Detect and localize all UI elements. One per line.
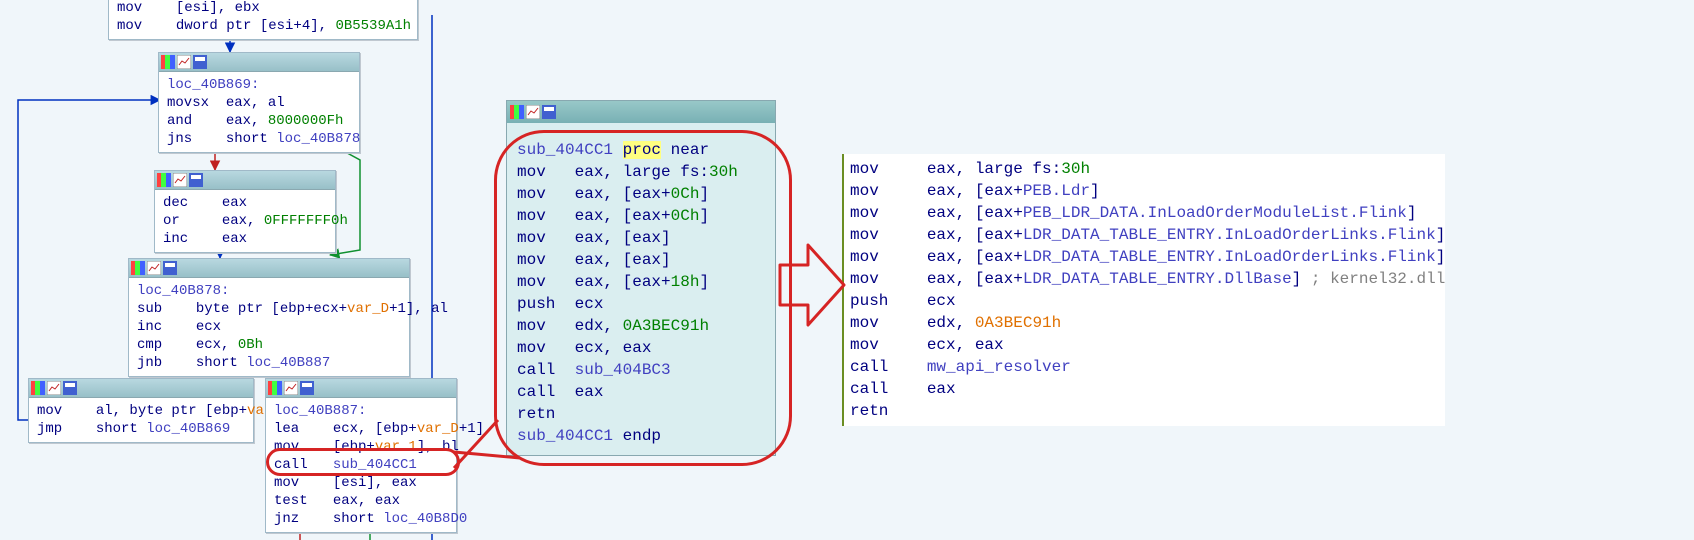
chart-icon <box>147 261 161 275</box>
chart-icon <box>47 381 61 395</box>
node-titlebar <box>159 53 359 72</box>
hex-icon <box>163 261 177 275</box>
hex-icon <box>542 105 556 119</box>
node-titlebar <box>29 379 253 398</box>
color-icon <box>157 173 171 187</box>
node-titlebar <box>266 379 456 398</box>
chart-icon <box>173 173 187 187</box>
chart-icon <box>284 381 298 395</box>
chart-icon <box>177 55 191 69</box>
hex-icon <box>63 381 77 395</box>
disasm-body: dec eax or eax, 0FFFFFFF0h inc eax <box>155 190 335 252</box>
graph-node-sub-404CC1[interactable]: sub_404CC1 proc near mov eax, large fs:3… <box>506 100 776 456</box>
color-icon <box>31 381 45 395</box>
graph-node-40B869[interactable]: loc_40B869: movsx eax, al and eax, 80000… <box>158 52 360 153</box>
decoded-disassembly-panel[interactable]: mov eax, large fs:30h mov eax, [eax+PEB.… <box>842 154 1445 426</box>
hex-icon <box>300 381 314 395</box>
graph-node-40B878[interactable]: loc_40B878: sub byte ptr [ebp+ecx+var_D+… <box>128 258 410 377</box>
graph-node-40B887[interactable]: loc_40B887: lea ecx, [ebp+var_D+1] mov [… <box>265 378 457 533</box>
color-icon <box>161 55 175 69</box>
node-titlebar <box>155 171 335 190</box>
arrow-icon <box>778 240 848 330</box>
hex-icon <box>189 173 203 187</box>
graph-node-top[interactable]: mov [esi], ebx mov dword ptr [esi+4], 0B… <box>108 0 418 40</box>
color-icon <box>131 261 145 275</box>
disasm-body: mov al, byte ptr [ebp+var_D] jmp short l… <box>29 398 253 442</box>
disasm-body: loc_40B878: sub byte ptr [ebp+ecx+var_D+… <box>129 278 409 376</box>
color-icon <box>268 381 282 395</box>
node-titlebar <box>507 101 775 123</box>
disasm-body: sub_404CC1 proc near mov eax, large fs:3… <box>507 123 775 455</box>
node-titlebar <box>129 259 409 278</box>
disasm-body: mov [esi], ebx mov dword ptr [esi+4], 0B… <box>109 0 417 39</box>
hex-icon <box>193 55 207 69</box>
graph-node-mov-al[interactable]: mov al, byte ptr [ebp+var_D] jmp short l… <box>28 378 254 443</box>
color-icon <box>510 105 524 119</box>
graph-node-dec[interactable]: dec eax or eax, 0FFFFFFF0h inc eax <box>154 170 336 253</box>
disasm-body: loc_40B869: movsx eax, al and eax, 80000… <box>159 72 359 152</box>
chart-icon <box>526 105 540 119</box>
disasm-body: loc_40B887: lea ecx, [ebp+var_D+1] mov [… <box>266 398 456 532</box>
